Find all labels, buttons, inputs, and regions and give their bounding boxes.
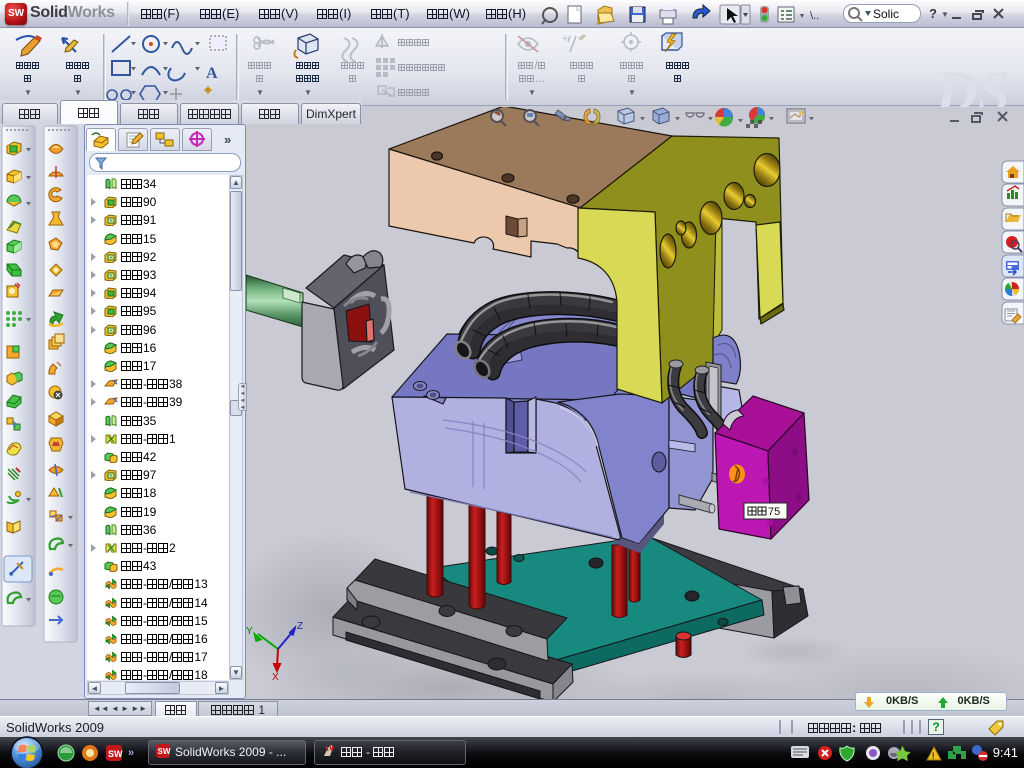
svg-text:75: 75 bbox=[768, 506, 780, 518]
svg-text:A: A bbox=[206, 65, 218, 82]
svg-text:SW: SW bbox=[108, 749, 123, 759]
svg-text:Z: Z bbox=[297, 621, 303, 632]
svg-text:+: + bbox=[562, 34, 568, 45]
svg-text:SW: SW bbox=[158, 747, 171, 756]
svg-text:»: » bbox=[128, 747, 134, 759]
svg-text:Y: Y bbox=[246, 626, 253, 637]
svg-text:\..: \.. bbox=[810, 10, 819, 22]
svg-text:X: X bbox=[272, 672, 279, 683]
svg-text:!: ! bbox=[932, 751, 935, 761]
